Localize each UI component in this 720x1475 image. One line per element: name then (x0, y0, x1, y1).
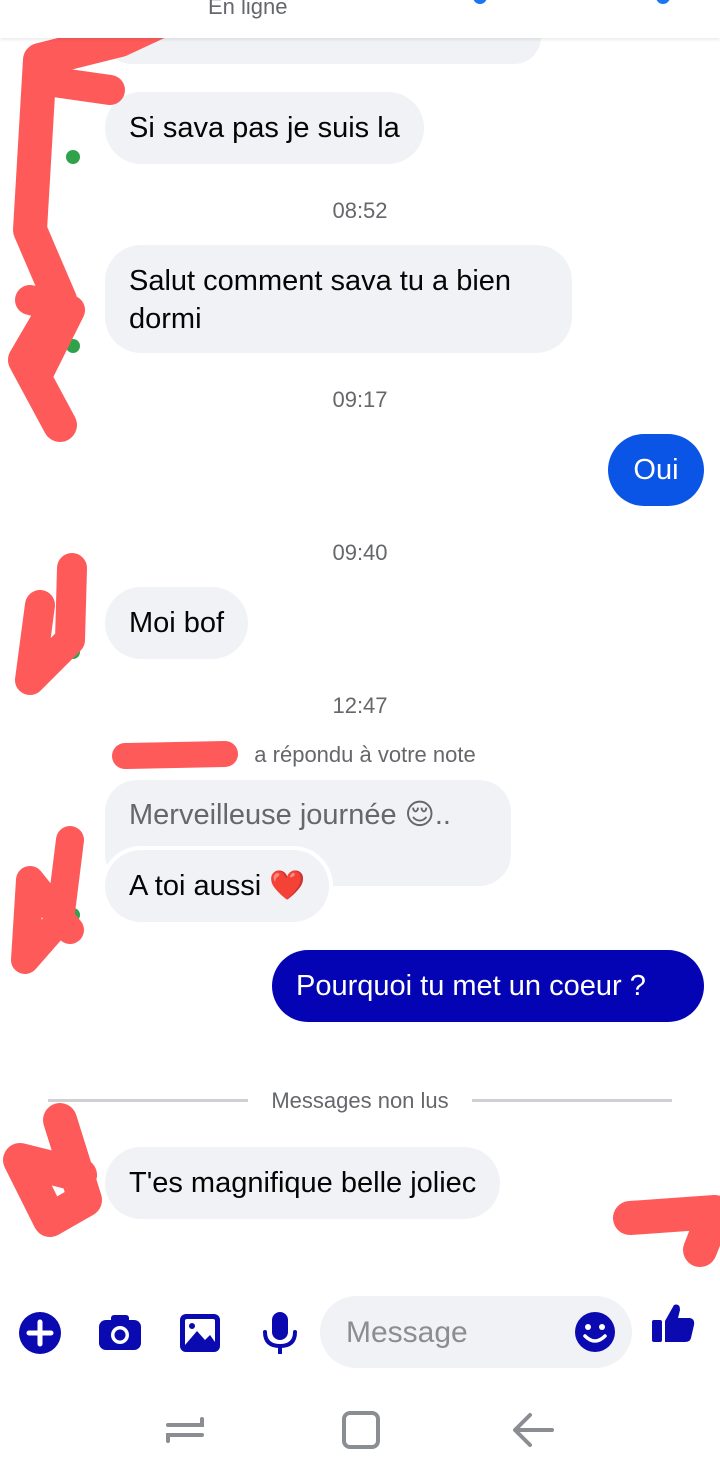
microphone-icon[interactable] (257, 1310, 303, 1356)
recent-apps-icon[interactable] (160, 1405, 210, 1455)
message-input[interactable] (344, 1312, 578, 1354)
video-icon[interactable] (656, 0, 670, 4)
chat-header: En ligne (0, 0, 720, 38)
camera-icon[interactable] (97, 1310, 143, 1356)
back-icon[interactable] (508, 1405, 558, 1455)
image-icon[interactable] (177, 1310, 223, 1356)
emoji-icon[interactable] (574, 1311, 616, 1353)
redaction-scribbles (3, 0, 720, 1267)
online-status: En ligne (208, 0, 288, 19)
composer-bar (0, 1290, 720, 1375)
message-list: Si sava pas je suis la 08:52 Salut comme… (0, 0, 720, 1290)
phone-icon[interactable] (473, 0, 487, 4)
message-field[interactable] (320, 1296, 632, 1368)
plus-icon[interactable] (17, 1310, 63, 1356)
thumbs-up-icon[interactable] (650, 1300, 696, 1346)
system-navigation-bar (0, 1375, 720, 1475)
home-icon[interactable] (336, 1405, 386, 1455)
